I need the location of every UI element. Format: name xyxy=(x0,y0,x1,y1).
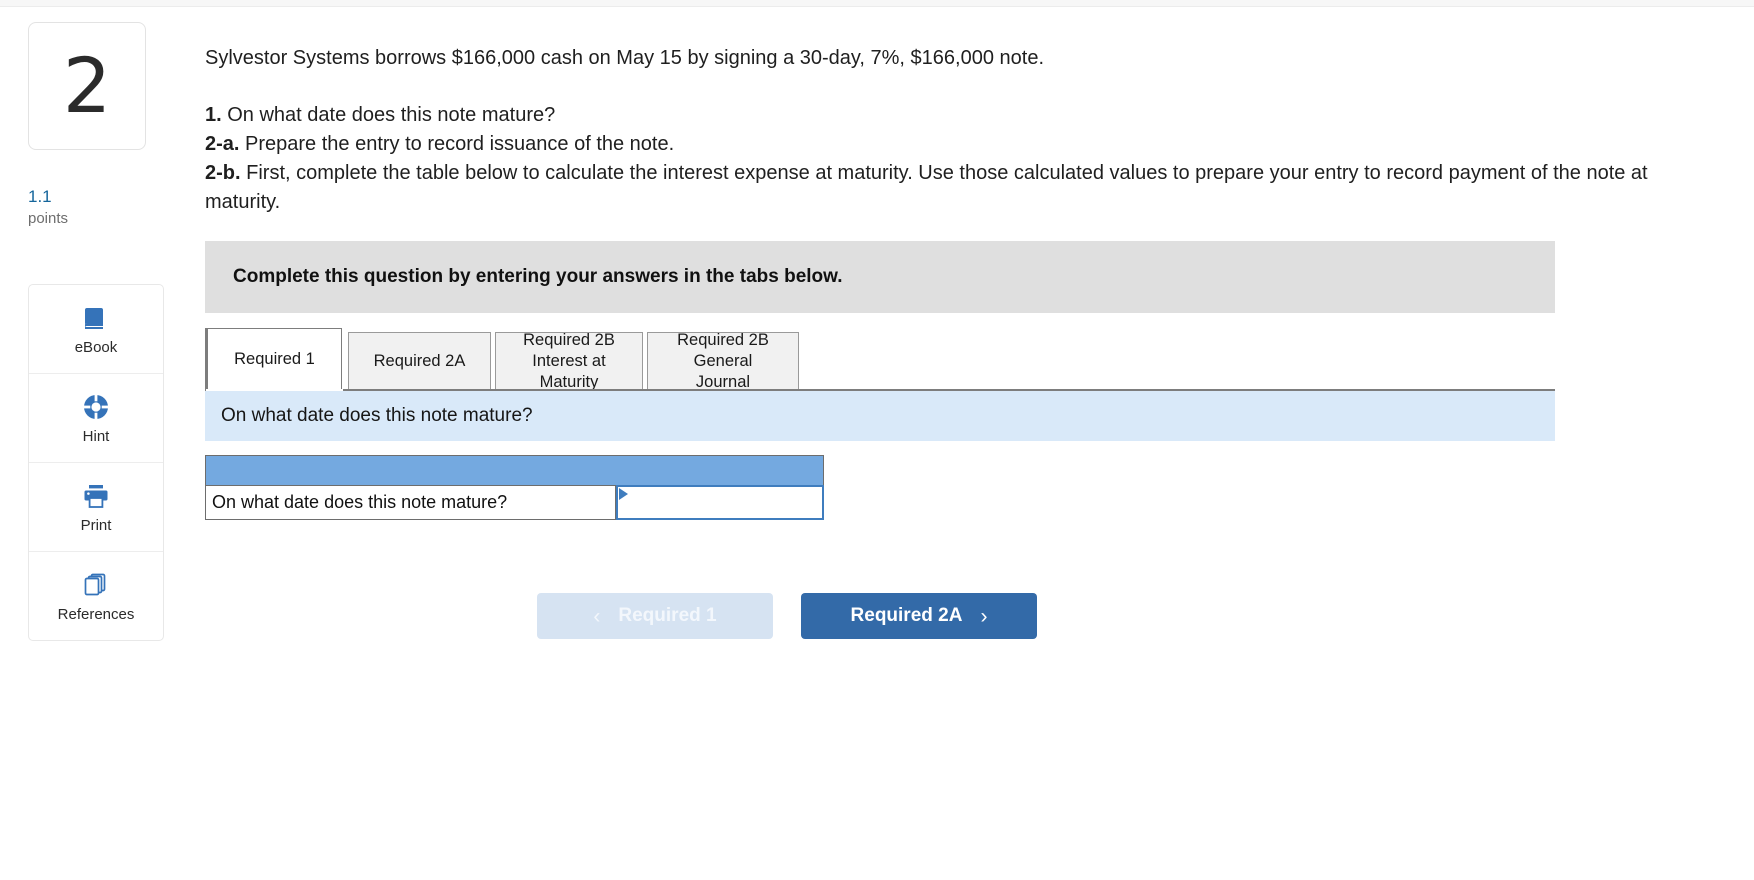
cell-selection-marker-icon xyxy=(619,488,628,500)
ebook-icon xyxy=(81,303,111,333)
tab-required-2a[interactable]: Required 2A xyxy=(348,332,491,390)
points-value: 1.1 xyxy=(28,187,52,206)
chevron-left-icon: ‹ xyxy=(593,604,601,628)
prev-button-label: Required 1 xyxy=(618,605,717,626)
left-rail: 2 1.1 points eBook Hint Print References xyxy=(0,0,185,880)
answer-table-header-row xyxy=(206,456,823,486)
tab-required-1-label: Required 1 xyxy=(234,349,315,368)
question-prompt-bar: On what date does this note mature? xyxy=(205,391,1555,441)
answer-row-input-cell[interactable] xyxy=(616,485,824,520)
chevron-right-icon: › xyxy=(980,604,988,628)
table-row: On what date does this note mature? xyxy=(206,485,824,520)
question-stem-text: Sylvestor Systems borrows $166,000 cash … xyxy=(205,47,1045,69)
requirement-1-text: On what date does this note mature? xyxy=(221,104,556,126)
tool-item-ebook[interactable]: eBook xyxy=(29,285,163,374)
requirement-2b-text: First, complete the table below to calcu… xyxy=(205,162,1648,213)
requirement-2b: 2-b. First, complete the table below to … xyxy=(205,159,1705,217)
next-button-label: Required 2A xyxy=(850,605,963,626)
answer-row-label: On what date does this note mature? xyxy=(206,486,616,519)
requirement-2a-text: Prepare the entry to record issuance of … xyxy=(239,133,675,155)
answer-table: On what date does this note mature? xyxy=(205,455,824,520)
navigation-row: ‹ Required 1 Required 2A › xyxy=(537,593,1037,639)
main-content: Sylvestor Systems borrows $166,000 cash … xyxy=(185,0,1754,880)
active-tab-underline-gap xyxy=(206,389,343,391)
tab-required-2b-general-journal[interactable]: Required 2B General Journal xyxy=(647,330,799,393)
question-stem: Sylvestor Systems borrows $166,000 cash … xyxy=(205,44,1705,217)
tool-panel: eBook Hint Print References xyxy=(28,284,164,641)
instruction-banner-text: Complete this question by entering your … xyxy=(233,266,843,287)
printer-icon xyxy=(81,481,111,511)
tool-label-print: Print xyxy=(80,517,112,534)
points-label: points xyxy=(28,209,69,227)
requirement-2b-marker: 2-b. xyxy=(205,162,241,184)
tab-required-2b-interest-at-maturity[interactable]: Required 2B Interest at Maturity xyxy=(495,330,643,393)
tool-item-hint[interactable]: Hint xyxy=(29,374,163,463)
tab-required-2a-label: Required 2A xyxy=(373,351,466,370)
pages-stack-icon xyxy=(81,570,111,600)
tab-strip: Required 1 Required 2A Required 2B Inter… xyxy=(205,328,1555,393)
tool-label-ebook: eBook xyxy=(74,339,118,356)
tab-required-2b-interest-at-maturity-label: Required 2B Interest at Maturity xyxy=(523,330,615,393)
lifebuoy-icon xyxy=(81,392,111,422)
tab4-line1: Required 2B xyxy=(677,330,769,349)
tab-required-1[interactable]: Required 1 xyxy=(205,328,342,390)
tab3-line2: Interest at xyxy=(532,351,606,370)
tool-label-references: References xyxy=(57,606,135,623)
tool-item-references[interactable]: References xyxy=(29,552,163,640)
maturity-date-input[interactable] xyxy=(618,487,822,518)
instruction-banner: Complete this question by entering your … xyxy=(205,241,1555,313)
question-prompt-text: On what date does this note mature? xyxy=(221,405,533,426)
requirement-2a: 2-a. Prepare the entry to record issuanc… xyxy=(205,130,1705,159)
tool-label-hint: Hint xyxy=(82,428,110,445)
prev-required-1-button[interactable]: ‹ Required 1 xyxy=(537,593,773,639)
requirement-1: 1. On what date does this note mature? xyxy=(205,101,1705,130)
tab4-line2: General xyxy=(693,351,753,370)
question-number-card: 2 xyxy=(28,22,146,150)
next-required-2a-button[interactable]: Required 2A › xyxy=(801,593,1037,639)
tab3-line1: Required 2B xyxy=(523,330,615,349)
tool-item-print[interactable]: Print xyxy=(29,463,163,552)
requirement-1-marker: 1. xyxy=(205,104,222,126)
question-number: 2 xyxy=(62,41,112,130)
tab-required-2b-general-journal-label: Required 2B General Journal xyxy=(677,330,769,393)
points-block: 1.1 points xyxy=(28,186,148,229)
requirement-2a-marker: 2-a. xyxy=(205,133,240,155)
